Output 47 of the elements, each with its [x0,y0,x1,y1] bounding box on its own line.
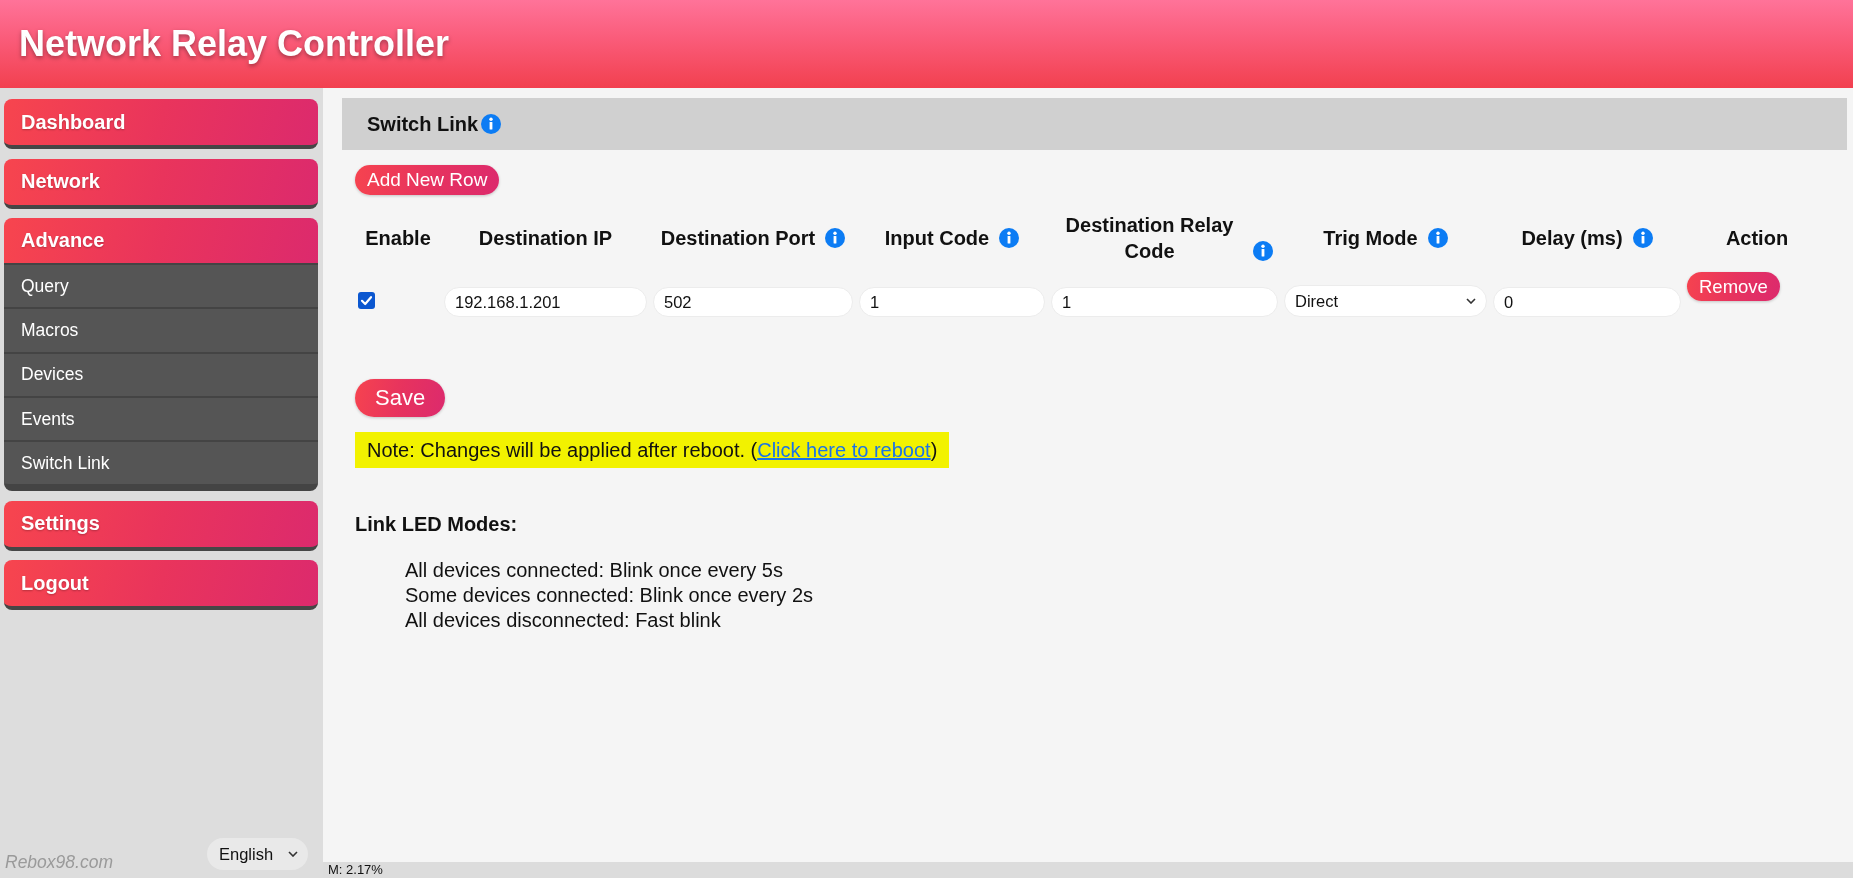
delay-field[interactable]: 0 [1493,287,1681,317]
menu-item[interactable]: Logout [4,560,318,611]
submenu-item[interactable]: Macros [4,307,318,352]
add-row-button[interactable]: Add New Row [355,165,500,195]
brand-text: Rebox98.com [5,852,113,873]
column-header: Action [1725,226,1789,251]
info-icon[interactable] [481,114,502,134]
submenu-item[interactable]: Devices [4,351,318,396]
column-header: Delay (ms) [1521,226,1623,251]
column-header: Destination Relay Code [1064,213,1235,264]
destination-ip-field[interactable]: 192.168.1.201 [444,287,647,317]
remove-button[interactable]: Remove [1687,272,1780,301]
status-bar: M: 2.17% [323,862,1853,878]
submenu-item[interactable]: Query [4,263,318,308]
info-icon[interactable] [1632,228,1653,248]
trig-mode-select[interactable]: Direct [1284,285,1487,317]
menu-item[interactable]: Advance [4,218,318,263]
destination-port-field[interactable]: 502 [653,287,853,317]
led-modes-title: Link LED Modes: [355,513,518,536]
menu-item[interactable]: Network [4,158,318,209]
reboot-note: Note: Changes will be applied after reboot. (Click here to reboot) [355,432,950,468]
led-mode-text: All devices connected: Blink once every 5s [405,558,784,583]
column-header: Input Code [884,226,990,251]
column-header: Destination Port [660,226,816,251]
column-header: Enable [365,226,431,251]
chevron-down-icon [1466,298,1476,304]
menu-item[interactable]: Settings [4,501,318,551]
info-icon[interactable] [1427,228,1448,248]
info-icon[interactable] [999,228,1020,248]
led-mode-text: Some devices connected: Blink once every 2s [405,582,813,608]
info-icon[interactable] [825,228,846,248]
input-code-field[interactable]: 1 [859,287,1045,317]
app-title: Network Relay Controller [19,23,450,65]
reboot-link[interactable]: Click here to reboot [757,439,931,461]
save-button[interactable]: Save [355,379,446,417]
column-header: Trig Mode [1323,226,1418,251]
led-mode-text: All devices disconnected: Fast blink [405,607,722,633]
relay-code-field[interactable]: 1 [1051,287,1278,317]
info-icon[interactable] [1252,241,1273,261]
language-select[interactable]: English [207,838,308,870]
chevron-down-icon [288,851,298,857]
submenu-item[interactable]: Switch Link [4,440,318,485]
enable-checkbox[interactable] [358,292,375,309]
menu-item[interactable]: Dashboard [4,99,318,149]
column-header: Destination IP [478,226,613,251]
section-title: Switch Link [367,112,479,136]
submenu-item[interactable]: Events [4,395,318,441]
